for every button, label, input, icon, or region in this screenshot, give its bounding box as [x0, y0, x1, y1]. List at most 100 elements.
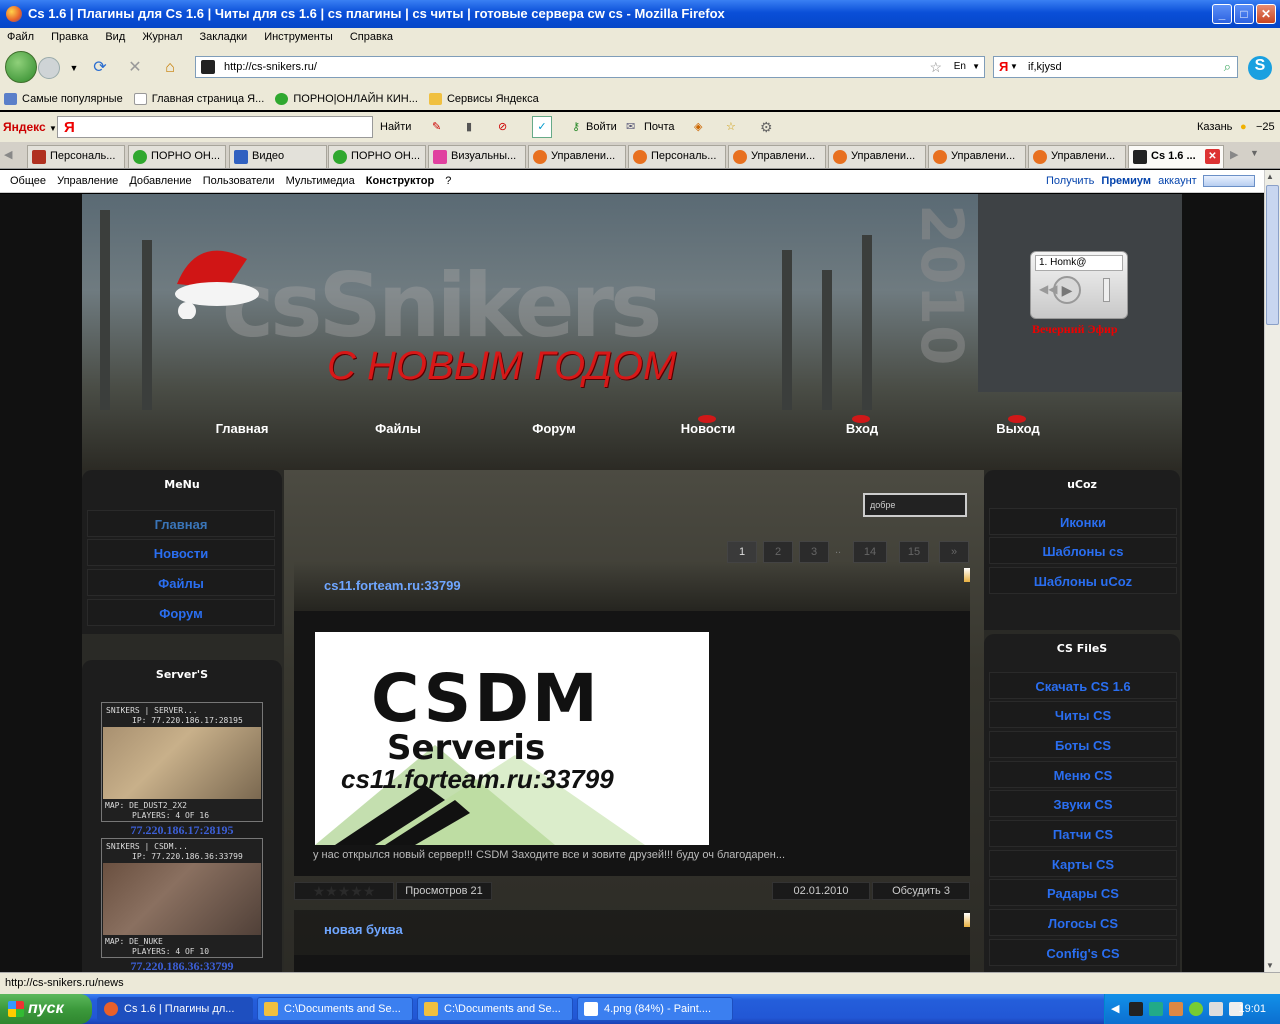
ucoz-menu-manage[interactable]: Управление [53, 170, 122, 192]
nav-home[interactable]: Главная [182, 412, 302, 446]
tray-app-icon[interactable] [1169, 1002, 1183, 1016]
star-icon[interactable]: ★ [363, 883, 376, 899]
taskbar-item[interactable]: C:\Documents and Se... [257, 997, 413, 1021]
money-icon[interactable]: ◈ [694, 112, 702, 142]
bookmark-video[interactable]: ПОРНО|ОНЛАЙН КИН... [271, 88, 422, 110]
nav-news[interactable]: Новости [648, 412, 768, 446]
ucoz-menu-users[interactable]: Пользователи [199, 170, 279, 192]
signal-bars-icon[interactable]: ▮ [466, 112, 472, 142]
tab-active[interactable]: Cs 1.6 ... ✕ [1128, 145, 1224, 168]
panel-slider[interactable] [1203, 175, 1255, 187]
antivirus-icon[interactable]: ⊘ [498, 112, 507, 142]
nav-files[interactable]: Файлы [338, 412, 458, 446]
page-3[interactable]: 3 [799, 541, 829, 563]
nav-login[interactable]: Вход [802, 412, 922, 446]
page-2[interactable]: 2 [763, 541, 793, 563]
page-scrollbar[interactable]: ▲ ▼ [1264, 170, 1280, 972]
star-icon[interactable]: ☆ [929, 57, 942, 77]
tray-app-icon[interactable] [1149, 1002, 1163, 1016]
scrollbar-thumb[interactable] [1266, 185, 1279, 325]
tabs-list-icon[interactable]: ▼ [1250, 148, 1259, 158]
bookmark-icon[interactable] [964, 913, 970, 927]
site-search-input[interactable]: добре [863, 493, 967, 517]
search-field[interactable]: Я ▼ if,kjysd ⌕ [993, 56, 1238, 78]
left-menu-home[interactable]: Главная [87, 510, 275, 537]
tab[interactable]: Управлени... [1028, 145, 1126, 168]
favorites-icon[interactable]: ☆ [726, 112, 736, 142]
menu-view[interactable]: Вид [98, 28, 132, 46]
skype-icon[interactable]: S [1248, 56, 1272, 80]
page-14[interactable]: 14 [853, 541, 887, 563]
yandex-logo[interactable]: Яндекс ▼ [3, 112, 57, 144]
start-button[interactable]: пуск [0, 994, 92, 1024]
tab[interactable]: Персональ... [27, 145, 125, 168]
back-button[interactable] [5, 51, 37, 83]
premium-link[interactable]: Получить Премиум аккаунт [1038, 170, 1205, 192]
tab[interactable]: Управлени... [528, 145, 626, 168]
taskbar-item[interactable]: 4.png (84%) - Paint.... [577, 997, 733, 1021]
ucoz-menu-multimedia[interactable]: Мультимедиа [282, 170, 359, 192]
maximize-button[interactable]: □ [1234, 4, 1254, 24]
cs-files-link-configs[interactable]: Config's CS [989, 939, 1177, 966]
network-icon[interactable] [1209, 1002, 1223, 1016]
cs-files-link-maps[interactable]: Карты CS [989, 850, 1177, 877]
close-button[interactable]: ✕ [1256, 4, 1276, 24]
cs-templates-link[interactable]: Шаблоны cs [989, 537, 1177, 564]
ucoz-menu-constructor[interactable]: Конструктор [362, 170, 438, 192]
page-next[interactable]: » [939, 541, 969, 563]
left-menu-forum[interactable]: Форум [87, 599, 275, 626]
menu-history[interactable]: Журнал [135, 28, 189, 46]
menu-bookmarks[interactable]: Закладки [193, 28, 255, 46]
magnifier-icon[interactable]: ⌕ [1224, 57, 1231, 77]
menu-help[interactable]: Справка [343, 28, 400, 46]
highlighter-icon[interactable]: ✎ [432, 112, 441, 142]
rating-stars[interactable]: ★★★★★ [294, 882, 394, 900]
ucoz-icons-link[interactable]: Иконки [989, 508, 1177, 535]
taskbar-item[interactable]: C:\Documents and Se... [417, 997, 573, 1021]
ucoz-menu-general[interactable]: Общее [0, 170, 50, 192]
cs-files-link-bots[interactable]: Боты CS [989, 731, 1177, 758]
login-button[interactable]: Войти [586, 112, 617, 142]
bookmark-yandex-home[interactable]: Главная страница Я... [130, 88, 269, 110]
forward-button[interactable] [38, 57, 60, 79]
ucoz-menu-help[interactable]: ? [441, 170, 455, 192]
tab-close-icon[interactable]: ✕ [1205, 149, 1220, 164]
minimize-button[interactable]: _ [1212, 4, 1232, 24]
scroll-up-icon[interactable]: ▲ [1266, 172, 1274, 181]
settings-gear-icon[interactable]: ⚙ [760, 112, 773, 142]
taskbar-item[interactable]: Cs 1.6 | Плагины дл... [97, 997, 253, 1021]
server-ip[interactable]: 77.220.186.36:33799 [101, 959, 263, 972]
nav-logout[interactable]: Выход [958, 412, 1078, 446]
reload-icon[interactable]: ⟳ [90, 58, 110, 78]
server-card[interactable]: SNIKERS | CSDM... IP: 77.220.186.36:3379… [101, 838, 263, 958]
mail-button[interactable]: Почта [644, 112, 675, 142]
cs-files-link-cheats[interactable]: Читы CS [989, 701, 1177, 728]
url-dropdown-icon[interactable]: ▼ [972, 57, 980, 77]
server-card[interactable]: SNIKERS | SERVER... IP: 77.220.186.17:28… [101, 702, 263, 822]
history-dropdown-icon[interactable]: ▼ [64, 58, 84, 78]
spellcheck-icon[interactable]: ✓ [532, 116, 552, 138]
tab[interactable]: Управлени... [828, 145, 926, 168]
cs-files-link-download[interactable]: Скачать CS 1.6 [989, 672, 1177, 699]
left-menu-files[interactable]: Файлы [87, 569, 275, 596]
tab[interactable]: Управлени... [928, 145, 1026, 168]
server-ip[interactable]: 77.220.186.17:28195 [101, 823, 263, 838]
home-icon[interactable]: ⌂ [160, 58, 180, 78]
site-logo[interactable]: csSnikers [222, 254, 662, 357]
tab[interactable]: ПОРНО ОН... [128, 145, 226, 168]
post-title[interactable]: cs11.forteam.ru:33799 [324, 578, 461, 593]
cs-files-link-sounds[interactable]: Звуки CS [989, 790, 1177, 817]
star-icon[interactable]: ★ [350, 883, 363, 899]
search-engine-dropdown-icon[interactable]: ▼ [1010, 57, 1018, 77]
icq-icon[interactable] [1189, 1002, 1203, 1016]
tabs-scroll-left-icon[interactable]: ◀ [4, 148, 12, 161]
post-title[interactable]: новая буква [324, 922, 403, 937]
stop-icon[interactable]: ✕ [125, 58, 145, 78]
bookmark-popular[interactable]: Самые популярные [0, 88, 127, 110]
page-15[interactable]: 15 [899, 541, 929, 563]
nav-forum[interactable]: Форум [494, 412, 614, 446]
star-icon[interactable]: ★ [313, 883, 326, 899]
tab[interactable]: ПОРНО ОН... [328, 145, 426, 168]
menu-tools[interactable]: Инструменты [257, 28, 340, 46]
scroll-down-icon[interactable]: ▼ [1266, 961, 1274, 970]
